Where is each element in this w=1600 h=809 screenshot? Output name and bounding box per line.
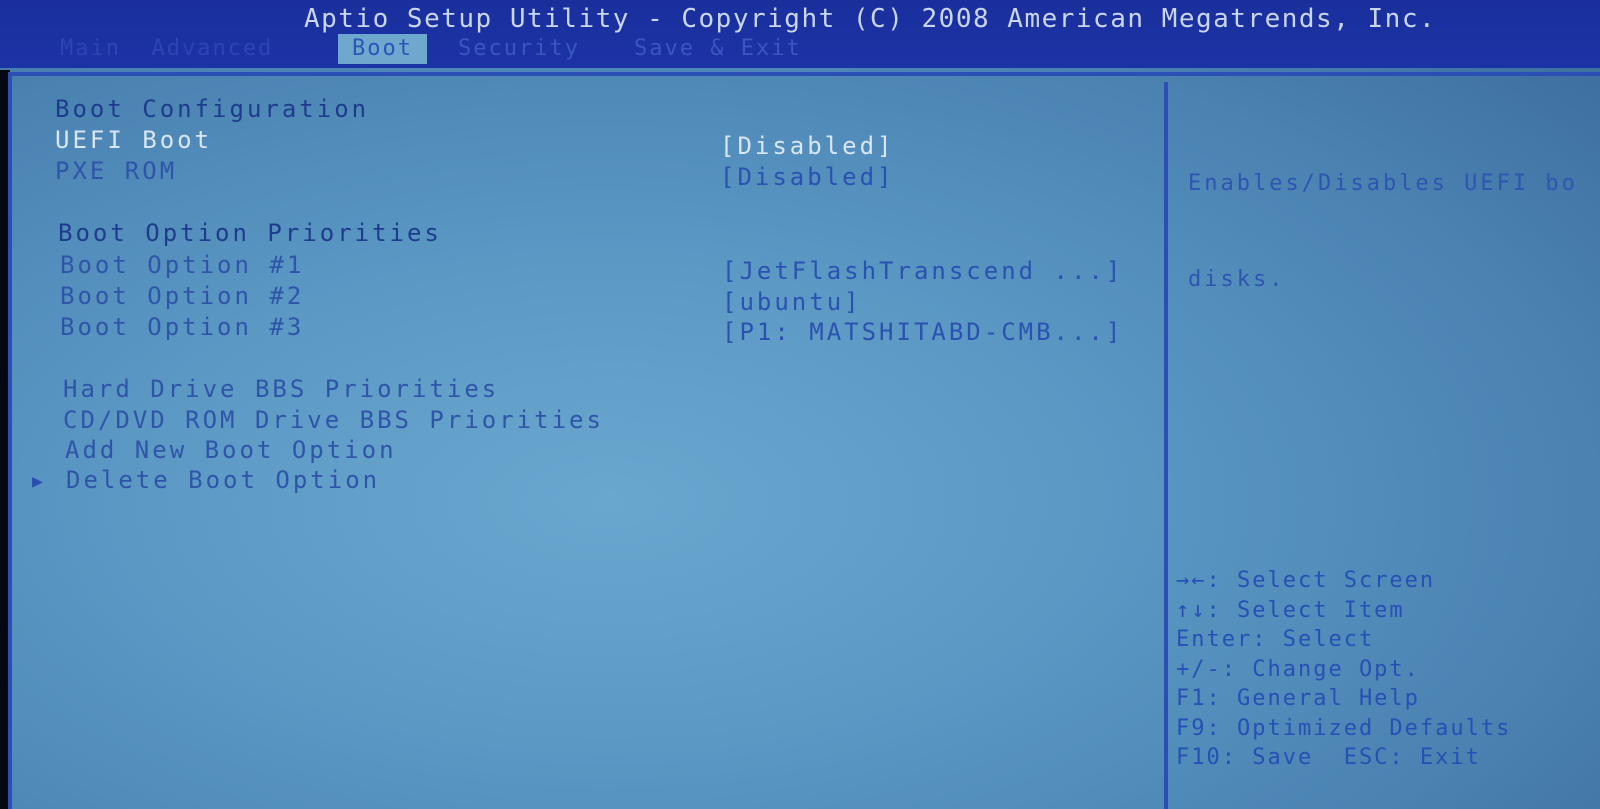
key-select-screen: →←: Select Screen (1176, 568, 1436, 593)
uefi-boot-label[interactable]: UEFI Boot (55, 125, 212, 155)
key-legend: →←: Select Screen ↑↓: Select Item Enter:… (1176, 566, 1596, 773)
boot-option-1-value[interactable]: [JetFlashTranscend ...] (722, 256, 1123, 286)
key-optimized-defaults: F9: Optimized Defaults (1176, 715, 1512, 741)
boot-option-1-label[interactable]: Boot Option #1 (60, 250, 304, 280)
boot-priorities-heading: Boot Option Priorities (58, 219, 442, 247)
key-select-item: ↑↓: Select Item (1176, 597, 1405, 623)
tab-boot[interactable]: Boot (338, 34, 427, 64)
panel-divider (1164, 82, 1168, 809)
boot-option-3-value[interactable]: [P1: MATSHITABD-CMB...] (722, 317, 1123, 347)
key-enter-select: Enter: Select (1176, 627, 1375, 652)
add-new-boot-option[interactable]: Add New Boot Option (65, 435, 397, 465)
boot-option-2-label[interactable]: Boot Option #2 (60, 281, 304, 311)
key-change-opt: +/-: Change Opt. (1176, 656, 1420, 682)
help-panel: Enables/Disables UEFI bo disks. (1188, 104, 1578, 360)
tab-main-advanced[interactable]: Main Advanced (60, 34, 273, 64)
submenu-arrow-icon: ▶ (32, 471, 46, 492)
key-save-exit: F10: Save ESC: Exit (1176, 745, 1481, 770)
tab-security[interactable]: Security (458, 34, 580, 64)
boot-option-2-value[interactable]: [ubuntu] (722, 287, 862, 317)
delete-boot-option[interactable]: Delete Boot Option (66, 465, 380, 495)
window-title: Aptio Setup Utility - Copyright (C) 2008… (304, 4, 1437, 34)
pxe-rom-value[interactable]: [Disabled] (720, 162, 895, 192)
hard-drive-bbs-priorities[interactable]: Hard Drive BBS Priorities (63, 374, 499, 404)
boot-option-3-label[interactable]: Boot Option #3 (60, 312, 304, 342)
help-text-line1: Enables/Disables UEFI bo (1188, 171, 1578, 196)
key-general-help: F1: General Help (1176, 686, 1420, 711)
tab-save-exit[interactable]: Save & Exit (634, 34, 802, 64)
help-text-line2: disks. (1188, 267, 1286, 292)
uefi-boot-value[interactable]: [Disabled] (720, 131, 895, 161)
title-bar: Aptio Setup Utility - Copyright (C) 2008… (0, 0, 1600, 68)
cd-dvd-bbs-priorities[interactable]: CD/DVD ROM Drive BBS Priorities (63, 405, 604, 435)
boot-config-heading: Boot Configuration (55, 95, 370, 123)
pxe-rom-label[interactable]: PXE ROM (55, 156, 177, 186)
bios-screen: Aptio Setup Utility - Copyright (C) 2008… (0, 0, 1600, 809)
